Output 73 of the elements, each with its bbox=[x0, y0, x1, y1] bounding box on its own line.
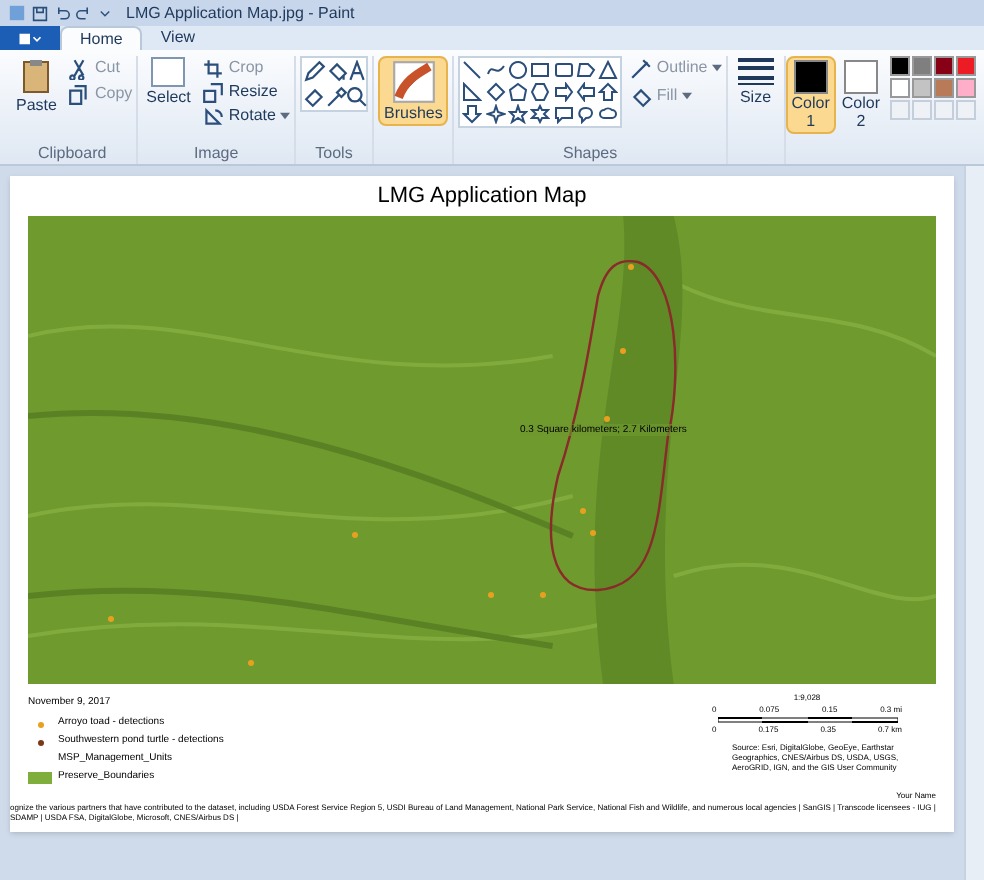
size-button[interactable]: Size bbox=[731, 56, 780, 106]
group-label: Image bbox=[193, 144, 239, 164]
vertical-scrollbar[interactable] bbox=[964, 166, 984, 880]
color-swatch bbox=[843, 60, 878, 94]
shape-icon[interactable] bbox=[485, 82, 506, 102]
shape-icon[interactable] bbox=[485, 104, 506, 124]
brush-icon bbox=[391, 60, 436, 104]
caret-icon bbox=[279, 112, 290, 120]
shape-icon[interactable] bbox=[507, 104, 528, 124]
palette-color[interactable] bbox=[912, 56, 932, 76]
shape-icon[interactable] bbox=[507, 60, 528, 80]
caret-icon bbox=[681, 92, 692, 100]
fill-icon[interactable] bbox=[630, 85, 653, 107]
ribbon-tab[interactable]: Home bbox=[60, 26, 143, 50]
crop-icon[interactable] bbox=[202, 57, 225, 79]
brushes-button[interactable]: Brushes bbox=[378, 56, 449, 126]
group-label: Tools bbox=[315, 144, 353, 164]
color-button[interactable]: Color 1 bbox=[785, 56, 836, 134]
redo-icon[interactable] bbox=[76, 5, 92, 21]
shape-icon[interactable] bbox=[462, 60, 483, 80]
shape-icon[interactable] bbox=[462, 82, 483, 102]
ribbon-tab[interactable]: View bbox=[142, 26, 214, 50]
palette-color[interactable] bbox=[956, 78, 976, 98]
palette-color[interactable] bbox=[956, 56, 976, 76]
shape-icon[interactable] bbox=[507, 82, 528, 102]
group-label: Clipboard bbox=[37, 144, 107, 164]
shape-icon[interactable] bbox=[598, 60, 619, 80]
resize-button[interactable]: Resize bbox=[202, 80, 290, 104]
color-button[interactable]: Color 2 bbox=[835, 56, 886, 134]
shape-icon[interactable] bbox=[598, 104, 619, 124]
file-menu-button[interactable] bbox=[0, 26, 60, 50]
text-icon[interactable] bbox=[346, 60, 369, 82]
shape-icon[interactable] bbox=[485, 60, 506, 80]
palette-color[interactable] bbox=[890, 78, 910, 98]
copy-icon[interactable] bbox=[68, 83, 91, 105]
shape-icon[interactable] bbox=[575, 104, 596, 124]
save-icon[interactable] bbox=[32, 5, 48, 21]
map-title: LMG Application Map bbox=[375, 184, 589, 208]
group-label: Shapes bbox=[563, 144, 618, 164]
resize-icon[interactable] bbox=[202, 81, 225, 103]
palette-color[interactable] bbox=[890, 56, 910, 76]
magnifier-icon[interactable] bbox=[346, 86, 369, 108]
pencil-icon[interactable] bbox=[303, 60, 326, 82]
shape-icon[interactable] bbox=[598, 82, 619, 102]
shape-icon[interactable] bbox=[553, 82, 574, 102]
window-title: LMG Application Map.jpg - Paint bbox=[126, 1, 355, 25]
shape-icon[interactable] bbox=[530, 82, 551, 102]
shape-icon[interactable] bbox=[553, 104, 574, 124]
eraser-icon[interactable] bbox=[303, 86, 326, 108]
caret-icon bbox=[711, 64, 722, 72]
undo-icon[interactable] bbox=[54, 5, 70, 21]
select-button[interactable]: Select bbox=[142, 56, 195, 106]
shape-icon[interactable] bbox=[553, 60, 574, 80]
rotate-icon[interactable] bbox=[202, 105, 225, 127]
customize-icon[interactable] bbox=[98, 6, 112, 20]
shape-icon[interactable] bbox=[575, 82, 596, 102]
color-picker-icon[interactable] bbox=[325, 86, 348, 108]
rotate-button[interactable]: Rotate bbox=[202, 104, 290, 128]
palette-color[interactable] bbox=[934, 78, 954, 98]
palette-color[interactable] bbox=[934, 56, 954, 76]
shape-icon[interactable] bbox=[575, 60, 596, 80]
outline-icon[interactable] bbox=[630, 57, 653, 79]
clipboard-icon bbox=[22, 56, 51, 96]
color-swatch bbox=[793, 60, 828, 94]
palette-color[interactable] bbox=[912, 78, 932, 98]
shape-icon[interactable] bbox=[530, 104, 551, 124]
menu-icon bbox=[16, 31, 44, 45]
line-width-icon bbox=[735, 56, 776, 88]
shape-icon[interactable] bbox=[530, 60, 551, 80]
shape-icon[interactable] bbox=[462, 104, 483, 124]
paste-button[interactable]: Paste bbox=[12, 56, 61, 114]
fill-bucket-icon[interactable] bbox=[325, 60, 348, 82]
selection-rectangle-icon bbox=[150, 56, 187, 88]
